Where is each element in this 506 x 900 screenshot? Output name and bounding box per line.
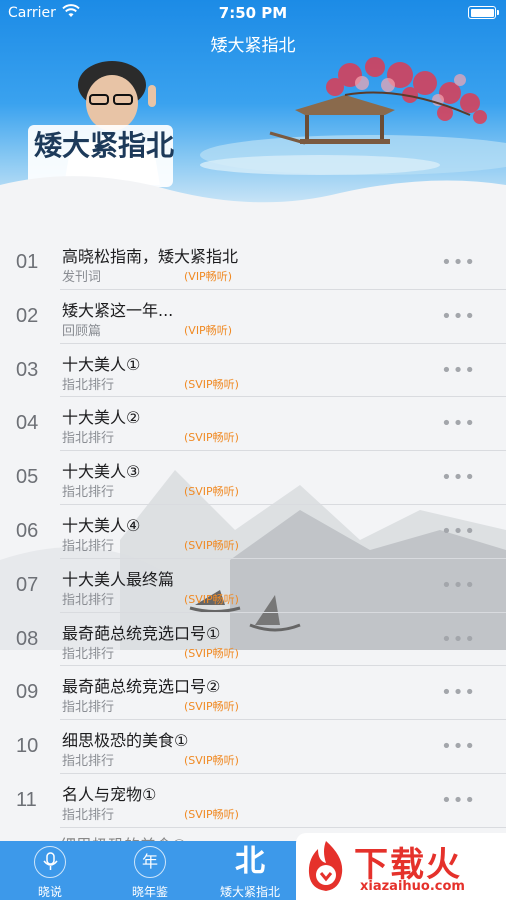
more-options-icon[interactable]: ••• <box>441 682 476 703</box>
list-item[interactable]: 04 十大美人② 指北排行 (SVIP畅听) ••• <box>16 397 506 452</box>
vip-badge: (SVIP畅听) <box>184 485 239 499</box>
list-item[interactable]: 05 十大美人③ 指北排行 (SVIP畅听) ••• <box>16 451 506 505</box>
vip-badge: (SVIP畅听) <box>184 754 239 768</box>
list-item[interactable]: 07 十大美人最终篇 指北排行 (SVIP畅听) ••• <box>16 559 506 613</box>
vip-badge: (VIP畅听) <box>184 270 232 283</box>
page-title: 矮大紧指北 <box>210 36 296 56</box>
list-item[interactable]: 02 矮大紧这一年... 回顾篇 (VIP畅听) ••• <box>16 290 506 344</box>
vip-badge: (SVIP畅听) <box>184 538 239 552</box>
list-item[interactable]: 10 细思极恐的美食① 指北排行 (SVIP畅听) ••• <box>16 720 506 774</box>
tab-label: 晓说 <box>37 885 62 899</box>
vip-badge: (SVIP畅听) <box>184 377 239 391</box>
episode-number: 08 <box>16 627 39 650</box>
episode-subtitle: 指北排行 <box>62 807 115 823</box>
episode-number: 07 <box>16 573 39 596</box>
more-options-icon[interactable]: ••• <box>441 467 476 488</box>
list-item[interactable]: 03 十大美人① 指北排行 (SVIP畅听) ••• <box>16 344 506 398</box>
episode-number: 05 <box>16 466 39 489</box>
episode-subtitle: 指北排行 <box>62 431 115 447</box>
flame-logo-icon <box>308 841 343 891</box>
episode-title: 矮大紧这一年... <box>62 300 174 320</box>
episode-subtitle: 发刊词 <box>62 270 102 285</box>
battery-icon <box>468 6 499 19</box>
watermark: 下载火 xiazaihuo.com <box>296 833 506 900</box>
episode-title: 最奇葩总统竞选口号② <box>62 677 221 697</box>
more-options-icon[interactable]: ••• <box>441 306 476 327</box>
episode-number: 11 <box>16 788 37 811</box>
episode-subtitle: 指北排行 <box>62 754 115 770</box>
more-options-icon[interactable]: ••• <box>441 252 476 273</box>
list-item[interactable]: 09 最奇葩总统竞选口号② 指北排行 (SVIP畅听) ••• <box>16 666 506 721</box>
episode-subtitle: 指北排行 <box>62 646 115 662</box>
episode-number: 06 <box>16 519 39 542</box>
vip-badge: (VIP畅听) <box>184 323 232 337</box>
episode-number: 09 <box>16 681 39 704</box>
more-options-icon[interactable]: ••• <box>441 629 476 650</box>
vip-badge: (SVIP畅听) <box>184 592 239 606</box>
episode-list: 01 高晓松指南，矮大紧指北 发刊词 (VIP畅听) ••• 02 矮大紧这一年… <box>0 236 506 828</box>
episode-title: 细思极恐的美食① <box>62 731 189 751</box>
year-icon: 年 <box>134 846 166 878</box>
episode-title: 十大美人① <box>62 354 141 374</box>
tab-nianjian[interactable]: 年 晓年鉴 <box>100 841 200 900</box>
vip-badge: (SVIP畅听) <box>184 807 239 821</box>
episode-number: 10 <box>16 735 39 758</box>
episode-subtitle: 指北排行 <box>62 377 115 393</box>
tab-label: 晓年鉴 <box>131 885 168 899</box>
more-options-icon[interactable]: ••• <box>441 575 476 596</box>
more-options-icon[interactable]: ••• <box>441 790 476 811</box>
episode-title: 高晓松指南，矮大紧指北 <box>62 247 239 266</box>
list-item[interactable]: 08 最奇葩总统竞选口号① 指北排行 (SVIP畅听) ••• <box>16 613 506 667</box>
episode-subtitle: 指北排行 <box>62 700 115 716</box>
episode-subtitle: 指北排行 <box>62 538 115 554</box>
compass-logo-icon: 北 <box>235 844 265 879</box>
tab-zhibei[interactable]: 北 矮大紧指北 <box>200 841 300 900</box>
cover-banner: 矮大紧指北 <box>0 57 506 230</box>
episode-subtitle: 指北排行 <box>62 592 115 608</box>
list-item[interactable]: 11 名人与宠物① 指北排行 (SVIP畅听) ••• <box>16 774 506 828</box>
more-options-icon[interactable]: ••• <box>441 736 476 757</box>
episode-number: 01 <box>16 251 39 273</box>
episode-title: 十大美人最终篇 <box>62 569 175 589</box>
episode-title: 十大美人④ <box>62 515 141 535</box>
episode-subtitle: 回顾篇 <box>62 323 102 339</box>
episode-number: 03 <box>16 358 39 381</box>
vip-badge: (SVIP畅听) <box>184 700 239 714</box>
episode-number: 02 <box>16 304 39 327</box>
header: Carrier 7:50 PM 矮大紧指北 矮大紧指北 <box>0 0 506 230</box>
episode-subtitle: 指北排行 <box>62 485 115 501</box>
list-item[interactable]: 06 十大美人④ 指北排行 (SVIP畅听) ••• <box>16 505 506 559</box>
svg-text:矮大紧指北: 矮大紧指北 <box>34 129 174 162</box>
microphone-icon <box>34 846 66 878</box>
vip-badge: (SVIP畅听) <box>184 646 239 660</box>
episode-title: 最奇葩总统竞选口号① <box>62 623 221 643</box>
tab-label: 矮大紧指北 <box>219 885 280 899</box>
episode-title: 十大美人② <box>62 408 141 428</box>
status-time: 7:50 PM <box>218 4 288 22</box>
more-options-icon[interactable]: ••• <box>441 360 476 381</box>
watermark-url: xiazaihuo.com <box>360 879 465 894</box>
episode-number: 04 <box>16 412 39 435</box>
episode-title: 十大美人③ <box>62 462 141 482</box>
more-options-icon[interactable]: ••• <box>441 521 476 542</box>
episode-title: 名人与宠物① <box>62 784 157 804</box>
more-options-icon[interactable]: ••• <box>441 413 476 434</box>
list-item[interactable]: 01 高晓松指南，矮大紧指北 发刊词 (VIP畅听) ••• <box>16 236 506 290</box>
status-bar: Carrier 7:50 PM <box>0 0 506 26</box>
vip-badge: (SVIP畅听) <box>184 431 239 445</box>
tab-xiaoshuo[interactable]: 晓说 <box>0 841 100 900</box>
